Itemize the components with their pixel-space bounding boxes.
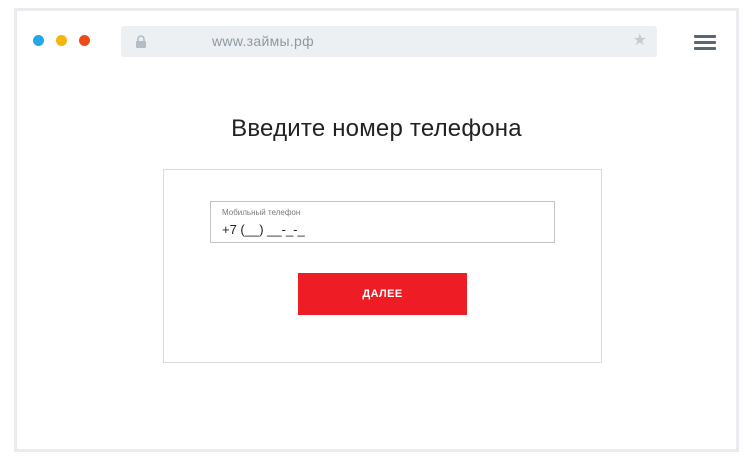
window-dot-yellow[interactable] [56, 35, 67, 46]
address-bar[interactable]: www.займы.рф ★ [121, 26, 657, 57]
window-dot-blue[interactable] [33, 35, 44, 46]
phone-form-card: Мобильный телефон ДАЛЕЕ [163, 169, 602, 363]
phone-field[interactable]: Мобильный телефон [210, 201, 555, 243]
window-controls [33, 35, 90, 46]
url-text: www.займы.рф [212, 33, 314, 49]
next-button[interactable]: ДАЛЕЕ [298, 273, 467, 315]
page-title: Введите номер телефона [231, 115, 522, 142]
browser-window: www.займы.рф ★ Введите номер телефона Мо… [14, 8, 739, 452]
star-icon[interactable]: ★ [633, 31, 647, 51]
window-dot-red[interactable] [79, 35, 90, 46]
phone-field-label: Мобильный телефон [222, 208, 301, 217]
phone-input[interactable] [220, 220, 544, 238]
lock-icon [136, 35, 146, 48]
hamburger-menu-icon[interactable] [694, 35, 716, 51]
